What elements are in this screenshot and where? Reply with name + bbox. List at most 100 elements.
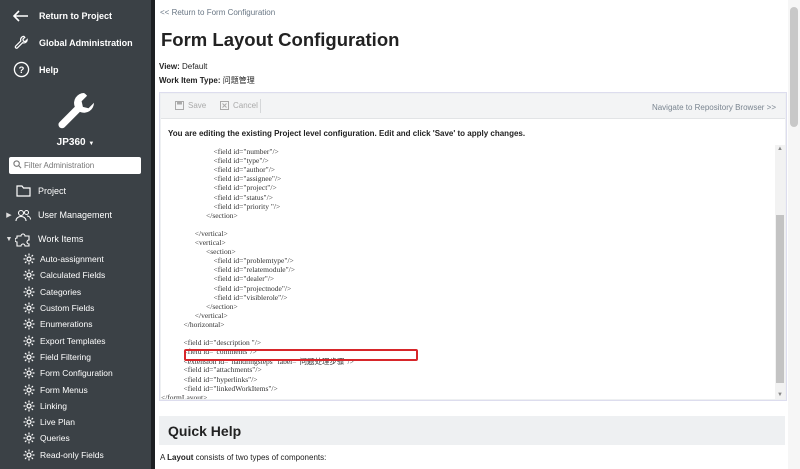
gears-icon bbox=[23, 318, 35, 330]
folder-icon bbox=[14, 183, 32, 199]
sidebar-subitem[interactable]: Categories bbox=[0, 284, 151, 300]
quick-help-bold: Layout bbox=[167, 453, 194, 462]
sidebar-subitem[interactable]: Custom Fields bbox=[0, 300, 151, 316]
sidebar-subitem[interactable]: Linking bbox=[0, 398, 151, 414]
sidebar-subitem-label: Enumerations bbox=[40, 319, 93, 330]
quick-help-header: Quick Help bbox=[159, 416, 785, 445]
sidebar-item-project[interactable]: Project bbox=[0, 179, 151, 203]
sidebar-subitem[interactable]: Calculated Fields bbox=[0, 267, 151, 283]
sidebar-subitem-label: Linking bbox=[40, 400, 67, 411]
puzzle-icon bbox=[14, 231, 32, 247]
gears-icon bbox=[23, 449, 35, 461]
gears-icon bbox=[23, 253, 35, 265]
editor-scrollbar-thumb[interactable] bbox=[776, 215, 784, 383]
sidebar-subitem-label: Read-only Fields bbox=[40, 449, 104, 460]
cancel-button[interactable]: Cancel bbox=[220, 101, 258, 110]
svg-text:?: ? bbox=[18, 65, 24, 76]
return-to-project-label: Return to Project bbox=[39, 10, 113, 21]
gears-icon bbox=[23, 400, 35, 412]
return-to-project-link[interactable]: Return to Project bbox=[0, 2, 151, 29]
view-meta: View: Default bbox=[159, 62, 207, 71]
admin-sidebar: Return to Project Global Administration … bbox=[0, 0, 151, 469]
save-label: Save bbox=[188, 101, 207, 110]
gears-icon bbox=[23, 384, 35, 396]
gears-icon bbox=[23, 432, 35, 444]
page-scrollbar-thumb[interactable] bbox=[790, 7, 798, 127]
sidebar-subitem[interactable]: Form Menus bbox=[0, 381, 151, 397]
caret-down-icon: ▼ bbox=[5, 235, 13, 243]
sidebar-subitem-label: Auto-assignment bbox=[40, 254, 104, 265]
code-line: </formLayout> bbox=[161, 392, 208, 399]
sidebar-subitem-label: Field Filtering bbox=[40, 351, 92, 362]
editing-notice: You are editing the existing Project lev… bbox=[161, 119, 785, 145]
help-link[interactable]: ? Help bbox=[0, 56, 151, 83]
project-brand: JP360 ▼ bbox=[0, 89, 151, 148]
gears-icon bbox=[23, 416, 35, 428]
caret-right-icon: ▶ bbox=[6, 212, 12, 219]
help-circle-icon: ? bbox=[12, 61, 30, 79]
gears-icon bbox=[23, 286, 35, 298]
page-scrollbar[interactable] bbox=[788, 0, 800, 469]
code-line: </horizontal> bbox=[161, 319, 225, 329]
sidebar-subitem[interactable]: Queries bbox=[0, 430, 151, 446]
quick-help-prefix: A bbox=[160, 453, 165, 462]
navigate-to-repository-browser-link[interactable]: Navigate to Repository Browser >> bbox=[652, 103, 776, 112]
quick-help-suffix: consists of two types of components: bbox=[195, 453, 327, 462]
highlighted-extension-line bbox=[184, 349, 418, 361]
gears-icon bbox=[23, 351, 35, 363]
project-selector[interactable]: JP360 ▼ bbox=[0, 137, 151, 148]
filter-administration-box bbox=[9, 157, 141, 174]
sidebar-subitem-label: Queries bbox=[40, 433, 70, 444]
gears-icon bbox=[23, 302, 35, 314]
page-title: Form Layout Configuration bbox=[161, 29, 400, 50]
sidebar-subitem-label: Live Plan bbox=[40, 417, 75, 428]
work-item-type-meta: Work Item Type: 问题管理 bbox=[159, 75, 255, 86]
sidebar-subitem[interactable]: Field Filtering bbox=[0, 349, 151, 365]
wrench-icon bbox=[12, 34, 30, 52]
save-button[interactable]: Save bbox=[175, 101, 206, 110]
quick-help-title: Quick Help bbox=[168, 423, 242, 439]
global-administration-link[interactable]: Global Administration bbox=[0, 29, 151, 56]
users-icon bbox=[14, 207, 32, 223]
scroll-up-icon[interactable]: ▲ bbox=[777, 146, 783, 152]
toolbar-separator bbox=[260, 99, 261, 113]
project-name: JP360 bbox=[56, 137, 86, 148]
sidebar-subitem[interactable]: Form Configuration bbox=[0, 365, 151, 381]
gears-icon bbox=[23, 367, 35, 379]
sidebar-item-label: Work Items bbox=[38, 234, 84, 244]
return-to-form-configuration-link[interactable]: << Return to Form Configuration bbox=[160, 8, 275, 17]
gears-icon bbox=[23, 335, 35, 347]
cancel-label: Cancel bbox=[233, 101, 258, 110]
chevron-down-icon: ▼ bbox=[88, 141, 95, 147]
sidebar-subitem-label: Form Menus bbox=[40, 384, 88, 395]
sidebar-subitem-label: Categories bbox=[40, 286, 82, 297]
sidebar-subitem-label: Form Configuration bbox=[40, 368, 113, 379]
sidebar-item-label: Project bbox=[38, 186, 67, 196]
work-item-type-label: Work Item Type: bbox=[159, 76, 221, 85]
sidebar-subitem-label: Export Templates bbox=[40, 335, 106, 346]
gears-icon bbox=[23, 269, 35, 281]
code-line: </section> bbox=[161, 210, 238, 220]
filter-administration-input[interactable] bbox=[22, 160, 136, 171]
sidebar-subitem[interactable]: Export Templates bbox=[0, 332, 151, 348]
sidebar-subitem-label: Custom Fields bbox=[40, 303, 95, 314]
work-items-submenu: Auto-assignment Calculated Fields Categori… bbox=[0, 251, 151, 463]
search-icon bbox=[13, 160, 22, 171]
sidebar-subitem[interactable]: Auto-assignment bbox=[0, 251, 151, 267]
sidebar-item-user-management[interactable]: ▶ User Management bbox=[0, 203, 151, 227]
main-content: << Return to Form Configuration Form Lay… bbox=[155, 0, 788, 469]
sidebar-item-work-items[interactable]: ▼ Work Items bbox=[0, 227, 151, 251]
sidebar-item-label: User Management bbox=[38, 210, 113, 220]
save-disk-icon bbox=[175, 101, 184, 110]
sidebar-subitem[interactable]: Read-only Fields bbox=[0, 447, 151, 463]
work-item-type-value: 问题管理 bbox=[222, 76, 255, 85]
help-label: Help bbox=[39, 64, 59, 75]
scroll-down-icon[interactable]: ▼ bbox=[777, 392, 783, 398]
sidebar-subitem[interactable]: Enumerations bbox=[0, 316, 151, 332]
arrow-left-icon bbox=[12, 7, 30, 25]
cancel-icon bbox=[220, 101, 229, 110]
sidebar-subitem[interactable]: Live Plan bbox=[0, 414, 151, 430]
editor-toolbar: Save Cancel Navigate to Repository Brows… bbox=[161, 94, 785, 119]
editor-scrollbar[interactable]: ▲ ▼ bbox=[775, 145, 785, 399]
global-administration-label: Global Administration bbox=[39, 37, 133, 48]
